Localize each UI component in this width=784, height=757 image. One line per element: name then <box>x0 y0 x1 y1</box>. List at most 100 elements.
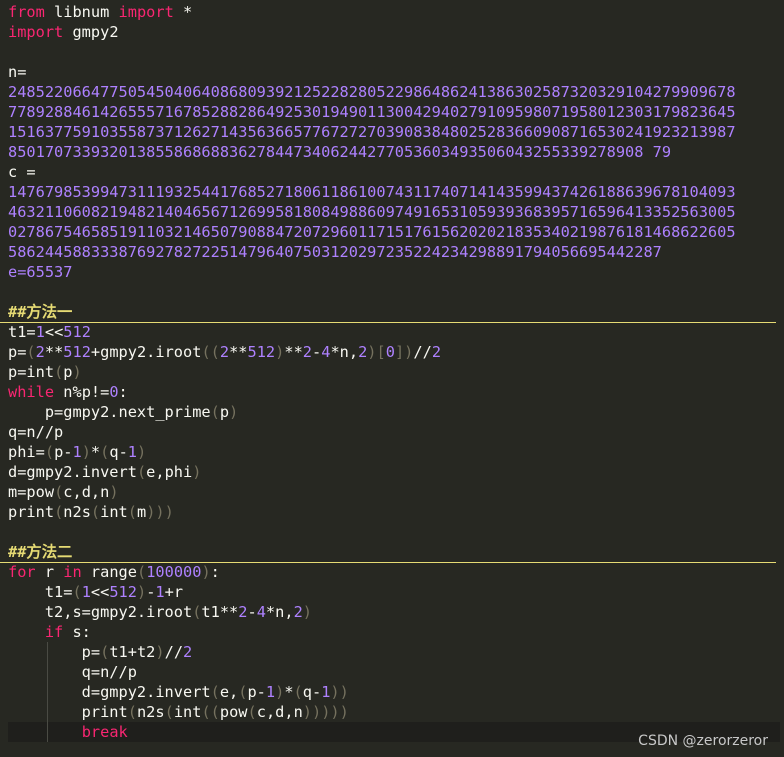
code-token: ** <box>229 343 248 361</box>
code-line-phi[interactable]: phi=(p-1)*(q-1) <box>8 442 784 462</box>
code-token: d=gmpy2.invert <box>8 463 137 481</box>
code-token: phi= <box>8 443 45 461</box>
code-line-d-loop[interactable]: d=gmpy2.invert(e,(p-1)*(q-1)) <box>8 682 784 702</box>
code-line-import-gmpy2[interactable]: import gmpy2 <box>8 22 784 42</box>
code-line-next-prime[interactable]: p=gmpy2.next_prime(p) <box>8 402 784 422</box>
code-line-d[interactable]: d=gmpy2.invert(e,phi) <box>8 462 784 482</box>
code-token: ] <box>394 343 405 361</box>
code-token: (( <box>201 343 220 361</box>
code-token: 2 <box>219 343 230 361</box>
code-line-n-value-2[interactable]: 7789288461426555716785288286492530194901… <box>8 102 784 122</box>
code-line-for[interactable]: for r in range(100000): <box>8 562 784 582</box>
code-token: libnum <box>44 3 119 21</box>
code-line-t2[interactable]: t2,s=gmpy2.iroot(t1**2-4*n,2) <box>8 602 784 622</box>
code-token: ( <box>127 503 137 521</box>
code-token: c,d,n <box>63 483 110 501</box>
code-token: if <box>44 623 64 641</box>
code-line-n-value-4[interactable]: 8501707339320138558686883627844734062442… <box>8 142 784 162</box>
code-token: 0 <box>385 343 395 361</box>
code-token: 1476798539947311193254417685271806118610… <box>8 183 736 201</box>
code-line-p-iroot[interactable]: p=(2**512+gmpy2.iroot((2**512)**2-4*n,2)… <box>8 342 784 362</box>
code-token: p=gmpy2.next_prime <box>8 403 211 421</box>
code-line-c-value-4[interactable]: 5862445883338769278272251479640750312029… <box>8 242 784 262</box>
code-token: p <box>219 403 230 421</box>
code-token: [ <box>376 343 386 361</box>
code-line-method-one-heading[interactable]: ##方法一 <box>0 302 776 323</box>
code-token: break <box>81 723 128 741</box>
code-token: 2 <box>431 343 442 361</box>
code-token: q- <box>109 443 128 461</box>
code-token: 512 <box>63 343 91 361</box>
code-token: - <box>247 603 257 621</box>
code-line-c-value-3[interactable]: 0278675465851911032146507908847207296011… <box>8 222 784 242</box>
code-token: p=int <box>8 363 55 381</box>
code-token: *n, <box>330 343 359 361</box>
code-token: ( <box>100 443 110 461</box>
code-token: r <box>35 563 64 581</box>
code-token: t1** <box>201 603 239 621</box>
code-line-import-libnum[interactable]: from libnum import * <box>8 2 784 22</box>
code-line-c-value-2[interactable]: 4632110608219482140465671269958180849886… <box>8 202 784 222</box>
code-token: q=n//p <box>8 663 137 681</box>
code-token: ( <box>54 503 64 521</box>
code-line-e[interactable]: e=65537 <box>8 262 784 282</box>
code-line-print-1[interactable]: print(n2s(int(m))) <box>8 502 784 522</box>
code-token: ( <box>26 343 36 361</box>
code-token: ( <box>90 503 101 521</box>
code-token: ) <box>275 343 285 361</box>
code-line-method-two-heading[interactable]: ##方法二 <box>0 542 776 563</box>
code-token: p- <box>247 683 266 701</box>
code-token: s: <box>63 623 91 641</box>
code-line-if[interactable]: if s: <box>8 622 784 642</box>
code-token: ##方法二 <box>8 543 73 561</box>
code-token: 7789288461426555716785288286492530194901… <box>8 103 736 121</box>
code-token: print <box>8 503 55 521</box>
code-token: n2s <box>136 703 165 721</box>
code-line-t1-loop[interactable]: t1=(1<<512)-1+r <box>8 582 784 602</box>
code-token: from <box>8 3 45 21</box>
code-line-blank-3[interactable] <box>8 522 784 542</box>
code-line-blank-1[interactable] <box>8 42 784 62</box>
code-line-n-value-1[interactable]: 2485220664775054504064086809392125228280… <box>8 82 784 102</box>
code-token: 4632110608219482140465671269958180849886… <box>8 203 736 221</box>
code-line-q[interactable]: q=n//p <box>8 422 784 442</box>
code-token: 1 <box>127 443 137 461</box>
code-token: )) <box>330 683 349 701</box>
code-line-print-2[interactable]: print(n2s(int((pow(c,d,n))))) <box>8 702 784 722</box>
code-token: for <box>8 563 36 581</box>
code-line-m[interactable]: m=pow(c,d,n) <box>8 482 784 502</box>
code-line-c-label[interactable]: c = <box>8 162 784 182</box>
code-token: ) <box>137 443 147 461</box>
code-token: // <box>164 643 184 661</box>
code-line-n-label[interactable]: n= <box>8 62 784 82</box>
code-token: 1 <box>265 683 276 701</box>
code-token: t1= <box>8 583 73 601</box>
code-token: gmpy2 <box>63 23 119 41</box>
code-token: ( <box>54 363 64 381</box>
code-token: p= <box>8 343 27 361</box>
code-token: 1 <box>81 583 91 601</box>
code-token: c = <box>8 163 36 181</box>
code-editor[interactable]: from libnum import * import gmpy2 n= 248522… <box>0 0 784 757</box>
code-token: p <box>63 363 73 381</box>
code-line-c-value-1[interactable]: 1476798539947311193254417685271806118610… <box>8 182 784 202</box>
code-token: e=65537 <box>8 263 73 281</box>
code-token: 512 <box>63 323 91 341</box>
code-token: c,d,n <box>256 703 303 721</box>
code-line-blank-2[interactable] <box>8 282 784 302</box>
code-token: ( <box>164 703 174 721</box>
code-token: d=gmpy2.invert <box>8 683 211 701</box>
code-line-q-loop[interactable]: q=n//p <box>8 662 784 682</box>
code-token: - <box>312 343 322 361</box>
code-token: e, <box>219 683 239 701</box>
code-token: n%p!= <box>54 383 110 401</box>
code-token: 4 <box>256 603 266 621</box>
code-line-p-int[interactable]: p=int(p) <box>8 362 784 382</box>
code-line-p-loop[interactable]: p=(t1+t2)//2 <box>8 642 784 662</box>
code-line-n-value-3[interactable]: 1516377591035587371262714356366577672727… <box>8 122 784 142</box>
code-line-t1[interactable]: t1=1<<512 <box>8 322 784 342</box>
code-token: import <box>8 23 64 41</box>
code-line-while[interactable]: while n%p!=0: <box>8 382 784 402</box>
code-token: ) <box>201 563 211 581</box>
code-token: m <box>137 503 147 521</box>
